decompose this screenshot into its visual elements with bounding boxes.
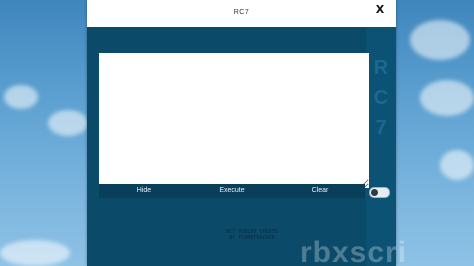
background-cloud: [48, 110, 88, 136]
background-cloud: [420, 80, 474, 116]
side-letter: R: [373, 57, 389, 79]
footer-line-2: BY FLAMEFRACKER: [229, 235, 275, 241]
side-letter: 7: [375, 117, 387, 139]
clear-button[interactable]: Clear: [275, 184, 365, 198]
background-cloud: [0, 240, 70, 266]
watermark-text: rbxscri: [300, 236, 408, 266]
background-cloud: [440, 150, 474, 180]
execute-button[interactable]: Execute: [187, 184, 277, 198]
footer-credits: RC7 ROBLOX CHEATS BY FLAMEFRACKER: [197, 229, 307, 241]
hide-button[interactable]: Hide: [99, 184, 189, 198]
background-cloud: [410, 20, 470, 60]
button-bar: Hide Execute Clear: [99, 184, 365, 198]
script-editor[interactable]: [99, 53, 369, 188]
rc7-window: RC7 X R C 7 Hide Execute Clear RC7 ROBLO…: [87, 0, 396, 266]
toggle-knob: [371, 189, 378, 196]
toggle-switch[interactable]: [369, 187, 390, 198]
close-button[interactable]: X: [372, 3, 388, 17]
background-cloud: [4, 85, 38, 109]
window-title: RC7: [233, 9, 250, 16]
title-bar[interactable]: RC7 X: [87, 0, 396, 28]
side-letter: C: [373, 87, 389, 109]
side-banner: R C 7: [366, 27, 396, 266]
